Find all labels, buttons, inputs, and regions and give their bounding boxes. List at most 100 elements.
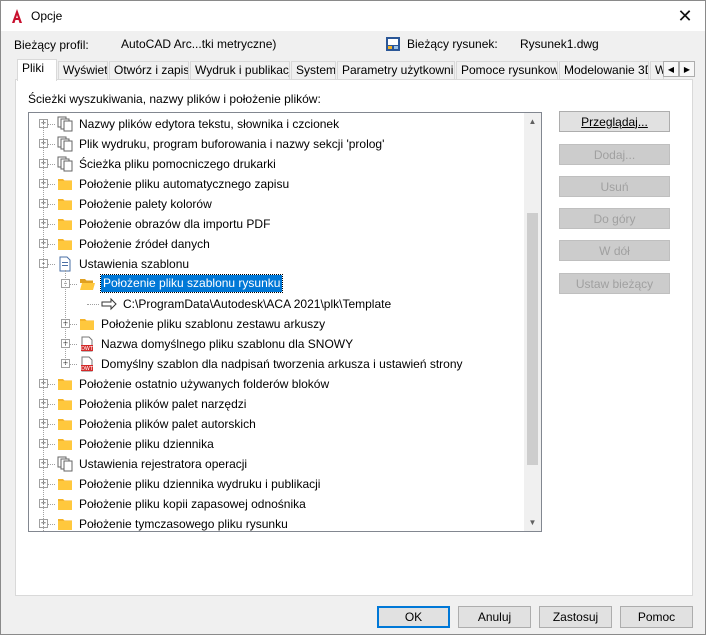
tree-item[interactable]: + Położenie obrazów dla importu PDF bbox=[29, 214, 509, 234]
files-panel: Ścieżki wyszukiwania, nazwy plików i poł… bbox=[15, 79, 693, 596]
tree-item[interactable]: + DWT Nazwa domyślnego pliku szablonu dla … bbox=[29, 334, 509, 354]
folder-icon bbox=[57, 476, 73, 492]
tree-item-label: Położenie pliku dziennika bbox=[79, 437, 214, 451]
tree-root-connector bbox=[43, 119, 44, 531]
folder-icon bbox=[57, 416, 73, 432]
tree-item[interactable]: + Położenia plików palet narzędzi bbox=[29, 394, 509, 414]
folder-icon bbox=[57, 496, 73, 512]
remove-button[interactable]: Usuń bbox=[559, 176, 670, 197]
tree-item-label: Położenia plików palet narzędzi bbox=[79, 397, 247, 411]
drawing-icon bbox=[386, 37, 400, 51]
tab-system[interactable]: System bbox=[291, 61, 336, 80]
tree-item[interactable]: - Położenie pliku szablonu rysunku bbox=[29, 274, 509, 294]
tree-item-label: Położenie ostatnio używanych folderów bl… bbox=[79, 377, 330, 391]
multi-doc-icon bbox=[57, 116, 73, 132]
tree-item-label: Położenie źródeł danych bbox=[79, 237, 210, 251]
window-title: Opcje bbox=[31, 9, 63, 23]
tree-item[interactable]: + Nazwy plików edytora tekstu, słownika i… bbox=[29, 114, 509, 134]
tree-item-label: Położenia plików palet autorskich bbox=[79, 417, 256, 431]
tree-item-label: Położenie tymczasowego pliku rysunku bbox=[79, 517, 288, 531]
ok-button[interactable]: OK bbox=[377, 606, 450, 628]
folder-icon bbox=[57, 176, 73, 192]
tree-item-label: Położenie pliku kopii zapasowej odnośnik… bbox=[79, 497, 306, 511]
folder-icon bbox=[57, 376, 73, 392]
dwt-file-icon: DWT bbox=[79, 336, 95, 352]
tab-strip: Pliki Wyświetl Otwórz i zapisz Wydruk i … bbox=[15, 59, 695, 81]
tree-item-label: Ustawienia szablonu bbox=[79, 257, 190, 271]
tree-item[interactable]: + Plik wydruku, program buforowania i naz… bbox=[29, 134, 509, 154]
move-down-button[interactable]: W dół bbox=[559, 240, 670, 261]
help-button[interactable]: Pomoc bbox=[620, 606, 693, 628]
svg-text:DWT: DWT bbox=[81, 366, 94, 372]
tree-item-label: Nazwy plików edytora tekstu, słownika i … bbox=[79, 117, 340, 131]
cancel-button[interactable]: Anuluj bbox=[458, 606, 531, 628]
tab-scroll-left-icon[interactable]: ◀ bbox=[663, 61, 679, 77]
multi-doc-icon bbox=[57, 156, 73, 172]
tree-item-label: C:\ProgramData\Autodesk\ACA 2021\plk\Tem… bbox=[123, 297, 392, 311]
search-paths-tree[interactable]: + Nazwy plików edytora tekstu, słownika i… bbox=[28, 112, 542, 532]
title-bar: Opcje ✕ bbox=[1, 1, 705, 31]
tree-item-label: Położenie pliku dziennika wydruku i publ… bbox=[79, 477, 321, 491]
close-button[interactable]: ✕ bbox=[665, 1, 705, 31]
tree-item-label: Domyślny szablon dla nadpisań tworzenia … bbox=[101, 357, 463, 371]
move-up-button[interactable]: Do góry bbox=[559, 208, 670, 229]
tree-item[interactable]: + Położenie palety kolorów bbox=[29, 194, 509, 214]
tree-item[interactable]: + Położenie pliku szablonu zestawu arkusz… bbox=[29, 314, 509, 334]
profile-row: Bieżący profil: AutoCAD Arc...tki metryc… bbox=[1, 33, 705, 57]
folder-icon bbox=[57, 236, 73, 252]
tree-item[interactable]: - Ustawienia szablonu bbox=[29, 254, 509, 274]
tree-template-connector bbox=[65, 270, 66, 364]
scroll-up-icon[interactable]: ▲ bbox=[524, 113, 541, 130]
tab-open-save[interactable]: Otwórz i zapisz bbox=[109, 61, 189, 80]
tree-item-label: Ustawienia rejestratora operacji bbox=[79, 457, 248, 471]
arrow-right-icon bbox=[101, 296, 117, 312]
tab-plot-publish[interactable]: Wydruk i publikacja bbox=[190, 61, 290, 80]
tab-drafting[interactable]: Pomoce rysunkowe bbox=[456, 61, 558, 80]
scroll-thumb[interactable] bbox=[527, 213, 538, 465]
add-button[interactable]: Dodaj... bbox=[559, 144, 670, 165]
folder-icon bbox=[57, 436, 73, 452]
panel-label: Ścieżki wyszukiwania, nazwy plików i poł… bbox=[28, 92, 321, 106]
apply-button[interactable]: Zastosuj bbox=[539, 606, 612, 628]
tree-item[interactable]: + Położenie pliku kopii zapasowej odnośni… bbox=[29, 494, 509, 514]
tree-item-label: Położenie obrazów dla importu PDF bbox=[79, 217, 271, 231]
tab-files[interactable]: Pliki bbox=[17, 59, 57, 81]
tab-scroll-right-icon[interactable]: ▶ bbox=[679, 61, 695, 77]
set-current-button[interactable]: Ustaw bieżący bbox=[559, 273, 670, 294]
tree-item[interactable]: + Położenie pliku automatycznego zapisu bbox=[29, 174, 509, 194]
multi-doc-icon bbox=[57, 456, 73, 472]
tree-item[interactable]: + Położenia plików palet autorskich bbox=[29, 414, 509, 434]
tree-item[interactable]: + Położenie ostatnio używanych folderów b… bbox=[29, 374, 509, 394]
vertical-scrollbar[interactable]: ▲ ▼ bbox=[524, 113, 541, 531]
tree-item[interactable]: + Położenie tymczasowego pliku rysunku bbox=[29, 514, 509, 531]
folder-icon bbox=[79, 316, 95, 332]
browse-button[interactable]: Przeglądaj... bbox=[559, 111, 670, 132]
open-folder-icon bbox=[79, 276, 95, 292]
tree-item[interactable]: + Położenie pliku dziennika bbox=[29, 434, 509, 454]
tree-item[interactable]: + Położenie źródeł danych bbox=[29, 234, 509, 254]
folder-icon bbox=[57, 196, 73, 212]
tree-item-label: Położenie pliku automatycznego zapisu bbox=[79, 177, 290, 191]
current-drawing-value: Rysunek1.dwg bbox=[520, 37, 599, 51]
tab-display[interactable]: Wyświetl bbox=[58, 61, 108, 80]
tree-item[interactable]: C:\ProgramData\Autodesk\ACA 2021\plk\Tem… bbox=[29, 294, 509, 314]
tab-more[interactable]: W bbox=[650, 61, 664, 80]
scroll-down-icon[interactable]: ▼ bbox=[524, 514, 541, 531]
svg-text:DWT: DWT bbox=[81, 346, 94, 352]
tree-item-label: Położenie pliku szablonu zestawu arkuszy bbox=[101, 317, 326, 331]
tree-item-label: Położenie pliku szablonu rysunku bbox=[99, 274, 284, 293]
tree-item[interactable]: + DWT Domyślny szablon dla nadpisań tworze… bbox=[29, 354, 509, 374]
tree-item[interactable]: + Ustawienia rejestratora operacji bbox=[29, 454, 509, 474]
autocad-logo-icon bbox=[12, 9, 22, 23]
tree-connector bbox=[87, 304, 99, 305]
current-profile-value: AutoCAD Arc...tki metryczne) bbox=[121, 37, 277, 51]
dwt-file-icon: DWT bbox=[79, 356, 95, 372]
tree-item-label: Położenie palety kolorów bbox=[79, 197, 212, 211]
tab-user-preferences[interactable]: Parametry użytkownika bbox=[337, 61, 455, 80]
tree-item-label: Plik wydruku, program buforowania i nazw… bbox=[79, 137, 385, 151]
tab-3d-modeling[interactable]: Modelowanie 3D bbox=[559, 61, 649, 80]
tree-item[interactable]: + Ścieżka pliku pomocniczego drukarki bbox=[29, 154, 509, 174]
tree-item[interactable]: + Położenie pliku dziennika wydruku i pub… bbox=[29, 474, 509, 494]
multi-doc-icon bbox=[57, 136, 73, 152]
options-dialog: Opcje ✕ Bieżący profil: AutoCAD Arc...tk… bbox=[0, 0, 706, 635]
